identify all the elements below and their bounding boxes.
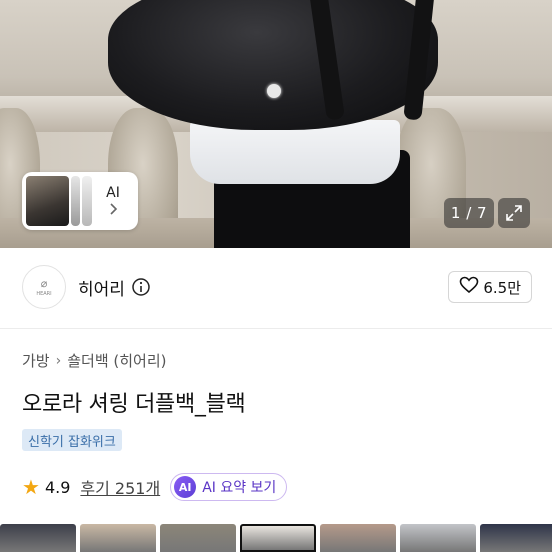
promotion-tag[interactable]: 신학기 잡화위크 [22, 429, 122, 451]
shop-logo-text: HEARI [36, 290, 52, 297]
strip-thumbnail[interactable] [160, 524, 236, 552]
ai-badge-icon: AI [174, 476, 197, 498]
related-image-strip [0, 524, 552, 552]
like-count: 6.5만 [483, 278, 521, 297]
chevron-right-icon [108, 202, 118, 218]
review-count-link[interactable]: 후기 251개 [80, 475, 160, 499]
strip-thumbnail[interactable] [400, 524, 476, 552]
strip-thumbnail[interactable] [240, 524, 316, 552]
ai-preview-card[interactable]: AI [22, 172, 138, 230]
preview-thumbnail [26, 176, 69, 226]
shop-row: ⌀ HEARI 히어리 6.5만 [22, 264, 532, 310]
breadcrumb-item[interactable]: 숄더백 (히어리) [67, 350, 166, 371]
section-divider [0, 328, 552, 329]
strip-thumbnail[interactable] [480, 524, 552, 552]
chevron-right-icon: › [55, 352, 62, 369]
shop-like-button[interactable]: 6.5만 [448, 271, 532, 303]
shop-logo[interactable]: ⌀ HEARI [22, 265, 66, 309]
preview-thumbnail [70, 176, 81, 226]
breadcrumb: 가방 › 숄더백 (히어리) [22, 350, 167, 371]
breadcrumb-item[interactable]: 가방 [22, 350, 50, 371]
star-icon: ★ [22, 475, 40, 499]
strip-thumbnail[interactable] [320, 524, 396, 552]
rating-row: ★ 4.9 후기 251개 AI AI 요약 보기 [22, 473, 288, 501]
strip-thumbnail[interactable] [0, 524, 76, 552]
expand-icon[interactable] [498, 198, 530, 228]
shop-logo-mark-icon: ⌀ [40, 276, 48, 290]
info-icon[interactable] [131, 277, 151, 297]
strip-thumbnail[interactable] [80, 524, 156, 552]
shop-name[interactable]: 히어리 [78, 275, 125, 300]
product-bag [108, 0, 438, 130]
ai-summary-button[interactable]: AI AI 요약 보기 [170, 473, 288, 501]
product-title: 오로라 셔링 더플백_블랙 [22, 392, 246, 417]
ai-summary-label: AI 요약 보기 [202, 480, 277, 496]
preview-thumbnail [82, 176, 92, 226]
image-counter: 1 / 7 [444, 198, 494, 228]
bag-logo-charm [267, 84, 281, 98]
heart-icon [459, 276, 479, 298]
ai-preview-thumbnails [26, 176, 92, 226]
ai-card-label: AI [106, 184, 120, 201]
rating-value: 4.9 [44, 477, 71, 497]
product-image-gallery[interactable]: AI 1 / 7 [0, 0, 552, 248]
